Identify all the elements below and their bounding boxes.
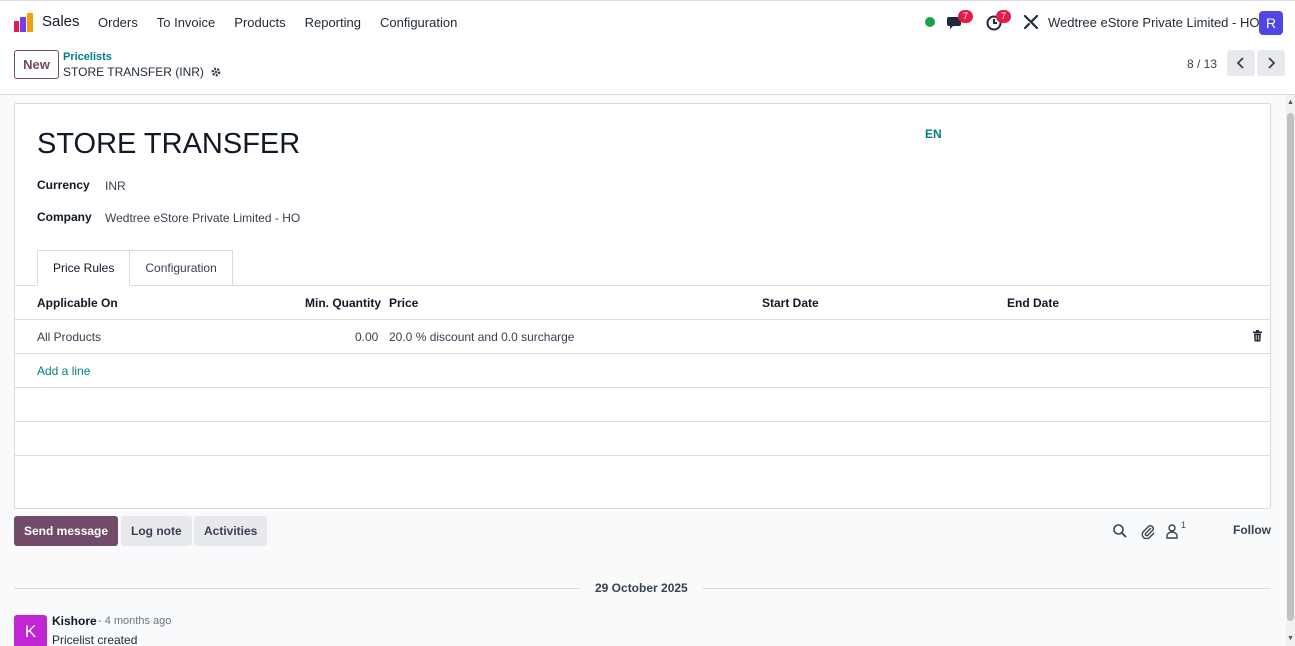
currency-label: Currency bbox=[37, 178, 90, 192]
price-rules-table: Applicable On Min. Quantity Price Start … bbox=[15, 286, 1270, 456]
app-name[interactable]: Sales bbox=[42, 13, 80, 30]
top-navbar: Sales Orders To Invoice Products Reporti… bbox=[0, 0, 1295, 43]
company-label: Company bbox=[37, 210, 92, 224]
col-end-date[interactable]: End Date bbox=[1007, 296, 1059, 310]
cell-min-quantity: 0.00 bbox=[355, 330, 379, 344]
pager-previous-button[interactable] bbox=[1227, 50, 1255, 76]
pager-next-button[interactable] bbox=[1257, 50, 1285, 76]
message-body: Pricelist created bbox=[52, 633, 138, 646]
debug-tools-icon[interactable] bbox=[1022, 13, 1040, 31]
message-author[interactable]: Kishore bbox=[52, 614, 97, 628]
menu-to-invoice[interactable]: To Invoice bbox=[157, 15, 216, 30]
activities-button[interactable]: Activities bbox=[194, 516, 268, 546]
col-price[interactable]: Price bbox=[389, 296, 418, 310]
col-applicable-on[interactable]: Applicable On bbox=[37, 296, 118, 310]
follow-button[interactable]: Follow bbox=[1233, 523, 1271, 537]
log-note-button[interactable]: Log note bbox=[121, 516, 192, 546]
pricelist-name-field[interactable]: STORE TRANSFER bbox=[37, 128, 300, 161]
col-min-quantity[interactable]: Min. Quantity bbox=[305, 296, 381, 310]
breadcrumb-current-label: STORE TRANSFER (INR) bbox=[63, 65, 204, 79]
form-content: STORE TRANSFER EN Currency INR Company W… bbox=[0, 95, 1286, 646]
tab-configuration[interactable]: Configuration bbox=[130, 250, 233, 286]
table-header: Applicable On Min. Quantity Price Start … bbox=[15, 286, 1270, 320]
message-time: - 4 months ago bbox=[98, 615, 172, 627]
search-icon[interactable] bbox=[1112, 523, 1128, 539]
messages-badge: 7 bbox=[958, 10, 973, 23]
pager-value[interactable]: 8 / 13 bbox=[1187, 57, 1217, 71]
page-scrollbar[interactable]: ▲ ▼ bbox=[1286, 95, 1295, 646]
empty-row bbox=[15, 388, 1270, 422]
scroll-down-icon[interactable]: ▼ bbox=[1287, 635, 1294, 643]
user-avatar[interactable]: R bbox=[1259, 11, 1283, 35]
avatar[interactable]: K bbox=[14, 615, 47, 646]
new-button[interactable]: New bbox=[14, 50, 59, 79]
form-sheet: STORE TRANSFER EN Currency INR Company W… bbox=[14, 103, 1271, 509]
date-label: 29 October 2025 bbox=[580, 581, 703, 595]
breadcrumb-current: STORE TRANSFER (INR) bbox=[63, 65, 222, 79]
menu-orders[interactable]: Orders bbox=[98, 15, 138, 30]
table-row[interactable]: All Products 0.00 20.0 % discount and 0.… bbox=[15, 320, 1270, 354]
add-line-row: Add a line bbox=[15, 354, 1270, 388]
menu-reporting[interactable]: Reporting bbox=[305, 15, 361, 30]
col-start-date[interactable]: Start Date bbox=[762, 296, 819, 310]
cell-applicable-on: All Products bbox=[37, 330, 102, 344]
company-field[interactable]: Wedtree eStore Private Limited - HO bbox=[105, 211, 300, 225]
send-message-button[interactable]: Send message bbox=[14, 516, 119, 546]
sales-app-icon[interactable] bbox=[13, 12, 34, 33]
menu-configuration[interactable]: Configuration bbox=[380, 15, 457, 30]
company-switcher[interactable]: Wedtree eStore Private Limited - HO bbox=[1048, 15, 1259, 30]
add-a-line-link[interactable]: Add a line bbox=[37, 364, 90, 378]
chevron-left-icon bbox=[1236, 57, 1244, 69]
chevron-right-icon bbox=[1268, 57, 1276, 69]
currency-field[interactable]: INR bbox=[105, 179, 126, 193]
trash-icon[interactable] bbox=[1252, 330, 1263, 342]
scroll-thumb[interactable] bbox=[1287, 113, 1294, 621]
presence-status-icon bbox=[925, 17, 935, 27]
notebook-tabs: Price Rules Configuration bbox=[37, 250, 233, 286]
paperclip-icon[interactable] bbox=[1140, 523, 1156, 539]
breadcrumb-pricelists[interactable]: Pricelists bbox=[63, 51, 112, 63]
followers-count: 1 bbox=[1181, 520, 1187, 530]
empty-row bbox=[15, 422, 1270, 456]
scroll-up-icon[interactable]: ▲ bbox=[1287, 99, 1294, 107]
control-panel: New Pricelists STORE TRANSFER (INR) 8 / … bbox=[0, 43, 1295, 95]
cell-price: 20.0 % discount and 0.0 surcharge bbox=[389, 330, 575, 344]
language-toggle[interactable]: EN bbox=[925, 127, 942, 141]
gear-icon[interactable] bbox=[210, 66, 222, 78]
followers-icon[interactable] bbox=[1165, 523, 1181, 539]
main-menu: Orders To Invoice Products Reporting Con… bbox=[98, 15, 476, 30]
tab-price-rules[interactable]: Price Rules bbox=[37, 250, 131, 286]
menu-products[interactable]: Products bbox=[234, 15, 285, 30]
activities-badge: 7 bbox=[996, 10, 1011, 23]
